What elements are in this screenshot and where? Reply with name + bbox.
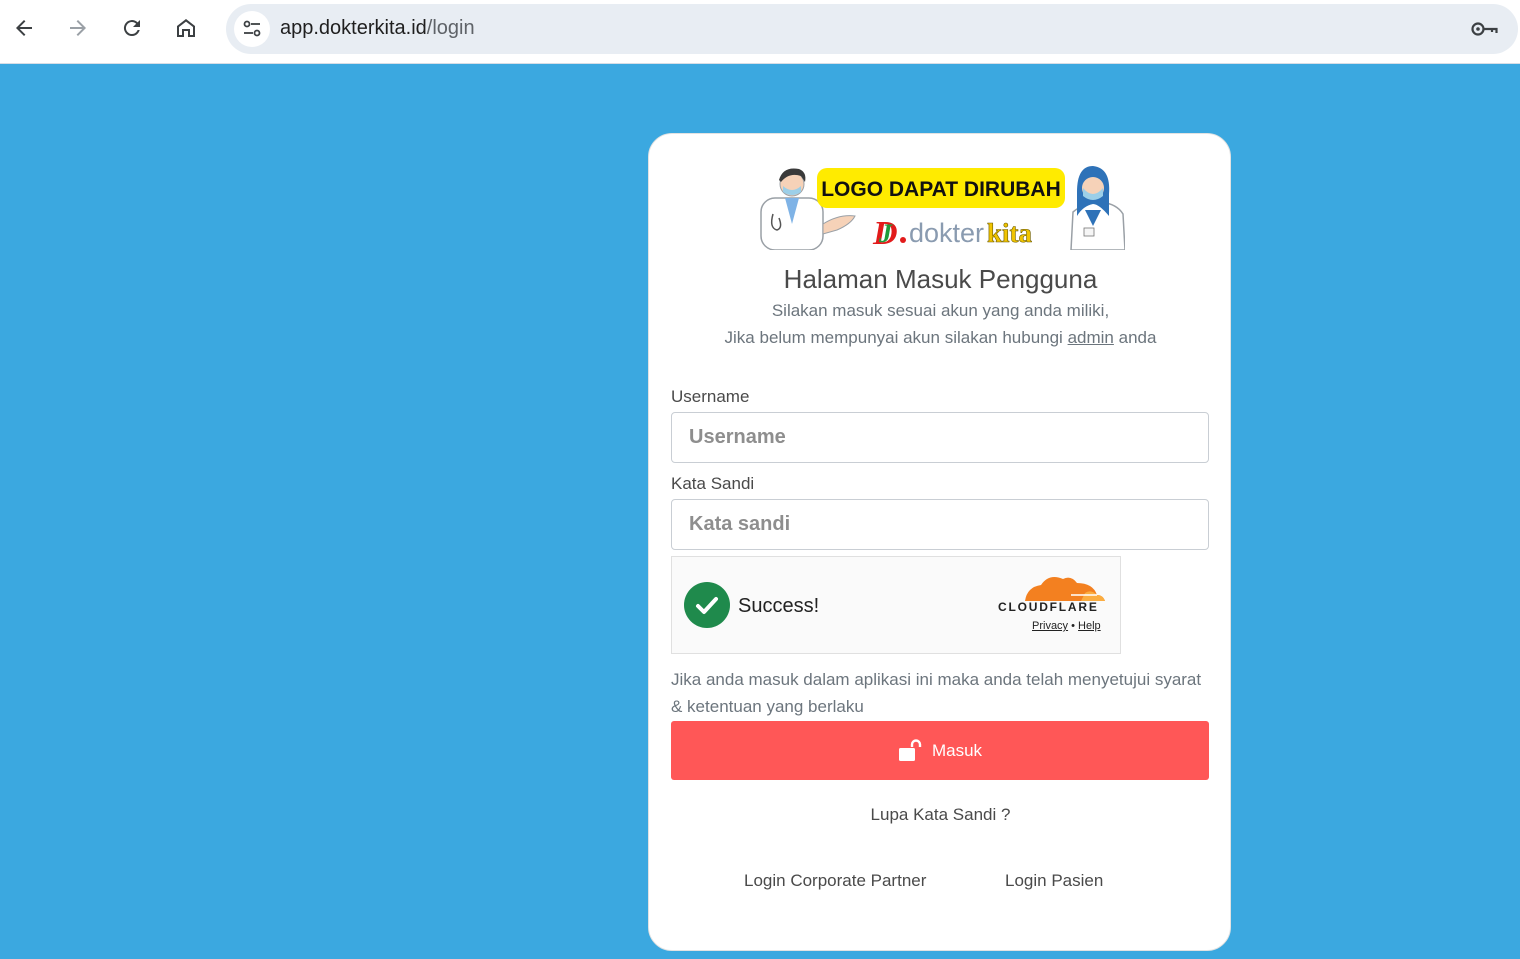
username-label: Username (671, 387, 750, 406)
page-subtitle-line1: Silakan masuk sesuai akun yang anda mili… (771, 301, 1110, 320)
cloudflare-links: Privacy • Help (1032, 620, 1101, 632)
dokterkita-logo: LOGO DAPAT DIRUBAH D J dokter kita (760, 166, 1125, 250)
arrow-left-icon (16, 20, 32, 36)
svg-text:J: J (878, 219, 893, 248)
url-path: /login (426, 17, 475, 39)
back-button[interactable] (6, 10, 42, 46)
address-bar[interactable]: app.dokterkita.id/login (226, 4, 1518, 54)
page-title: Halaman Masuk Pengguna (783, 264, 1098, 294)
admin-link[interactable]: admin (1068, 328, 1114, 347)
password-input[interactable] (671, 499, 1209, 550)
female-doctor-illustration (1070, 166, 1125, 250)
captcha-status: Success! (738, 595, 820, 617)
password-label: Kata Sandi (671, 474, 755, 493)
cloudflare-turnstile: Success! CLOUDFLARE Privacy • Help (671, 556, 1121, 654)
page-subtitle-line2: Jika belum mempunyai akun silakan hubung… (649, 328, 1232, 348)
unlock-icon (898, 738, 922, 761)
logo-brand-right: kita (987, 218, 1033, 248)
login-card: LOGO DAPAT DIRUBAH D J dokter kita Halam… (648, 133, 1231, 951)
subtitle-text-after: anda (1118, 328, 1157, 347)
success-check-icon (684, 582, 730, 628)
cloudflare-wordmark: CLOUDFLARE (998, 600, 1099, 614)
cloudflare-cloud-icon (1025, 577, 1105, 601)
logo-brand-left: dokter (909, 218, 984, 248)
login-submit-label: Masuk (931, 740, 983, 760)
terms-notice: Jika anda masuk dalam aplikasi ini maka … (671, 670, 1202, 716)
browser-toolbar: app.dokterkita.id/login (0, 0, 1520, 64)
help-link[interactable]: Help (1078, 620, 1101, 632)
username-input[interactable] (671, 412, 1209, 463)
logo-banner-text: LOGO DAPAT DIRUBAH (821, 178, 1061, 201)
reload-button[interactable] (114, 10, 150, 46)
url-text[interactable]: app.dokterkita.id/login (280, 17, 475, 40)
reload-icon (123, 20, 140, 37)
corporate-partner-login-link[interactable]: Login Corporate Partner (744, 871, 926, 891)
forgot-password-link[interactable]: Lupa Kata Sandi ? (649, 805, 1232, 825)
arrow-right-icon (70, 20, 86, 36)
login-submit-button[interactable]: Masuk (671, 721, 1209, 780)
subtitle-text-before: Jika belum mempunyai akun silakan hubung… (724, 328, 1063, 347)
link-separator: • (1071, 620, 1075, 632)
site-info-button[interactable] (234, 11, 270, 47)
url-host: app.dokterkita.id (280, 17, 427, 39)
key-icon[interactable] (1470, 17, 1500, 41)
home-icon (177, 19, 195, 37)
patient-login-link[interactable]: Login Pasien (1005, 871, 1103, 891)
tune-icon (243, 20, 261, 37)
forward-button[interactable] (60, 10, 96, 46)
privacy-link[interactable]: Privacy (1032, 620, 1068, 632)
home-button[interactable] (168, 10, 204, 46)
